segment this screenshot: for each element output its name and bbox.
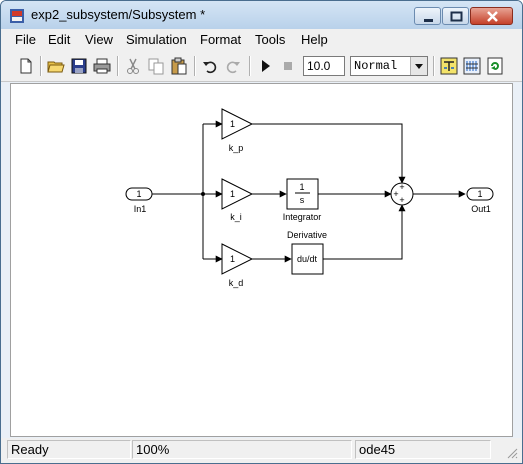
toolbar-separator: [117, 56, 119, 76]
menu-tools[interactable]: Tools: [255, 32, 285, 47]
gain-kd-label: k_d: [229, 278, 244, 288]
gain-ki-value: 1: [230, 189, 235, 199]
status-state: Ready: [7, 440, 131, 459]
minimize-button[interactable]: [414, 7, 441, 25]
outport-number: 1: [477, 189, 482, 199]
inport-number: 1: [136, 189, 141, 199]
open-icon[interactable]: [47, 57, 65, 75]
model-window: exp2_subsystem/Subsystem * File Edit Vie…: [0, 0, 523, 464]
minimize-icon: [424, 19, 433, 22]
block-diagram[interactable]: 1 In1 1 k_p 1 k_i 1 k_d 1 s Integrator D…: [11, 84, 512, 436]
update-diagram-icon[interactable]: [486, 57, 504, 75]
library-browser-icon[interactable]: [440, 57, 458, 75]
inport-block[interactable]: 1: [125, 187, 153, 201]
toolbar-separator: [433, 56, 435, 76]
start-icon[interactable]: [256, 57, 274, 75]
inport-label: In1: [134, 204, 147, 214]
cut-icon[interactable]: [124, 57, 142, 75]
integrator-numerator: 1: [299, 182, 304, 192]
chevron-down-icon[interactable]: [410, 57, 427, 75]
save-icon[interactable]: [70, 57, 88, 75]
title-bar[interactable]: exp2_subsystem/Subsystem *: [1, 1, 522, 29]
window-title: exp2_subsystem/Subsystem *: [31, 7, 206, 22]
toolbar-separator: [194, 56, 196, 76]
integrator-block[interactable]: 1 s: [286, 178, 319, 210]
menu-view[interactable]: View: [85, 32, 113, 47]
model-explorer-icon[interactable]: [463, 57, 481, 75]
simulation-mode-select[interactable]: Normal: [350, 56, 428, 76]
maximize-icon: [450, 11, 463, 22]
derivative-text: du/dt: [297, 254, 318, 264]
gain-ki-label: k_i: [230, 212, 242, 222]
menu-bar: File Edit View Simulation Format Tools H…: [1, 29, 522, 51]
print-icon[interactable]: [93, 57, 111, 75]
branch-point: [201, 192, 205, 196]
stop-icon[interactable]: [279, 57, 297, 75]
model-canvas[interactable]: 1 In1 1 k_p 1 k_i 1 k_d 1 s Integrator D…: [10, 83, 513, 437]
derivative-block[interactable]: du/dt: [291, 243, 324, 275]
outport-block[interactable]: 1: [466, 187, 494, 201]
gain-kd-value: 1: [230, 254, 235, 264]
menu-file[interactable]: File: [15, 32, 36, 47]
menu-edit[interactable]: Edit: [48, 32, 70, 47]
undo-icon[interactable]: [201, 57, 219, 75]
gain-kp-block[interactable]: 1: [221, 108, 254, 140]
maximize-button[interactable]: [442, 7, 469, 25]
sum-sign-left: +: [393, 189, 398, 199]
menu-simulation[interactable]: Simulation: [126, 32, 187, 47]
toolbar: Normal: [1, 51, 522, 82]
integrator-denominator: s: [300, 195, 305, 205]
integrator-label: Integrator: [283, 212, 322, 222]
gain-ki-block[interactable]: 1: [221, 178, 254, 210]
toolbar-separator: [40, 56, 42, 76]
simulation-mode-value: Normal: [354, 59, 398, 73]
toolbar-separator: [249, 56, 251, 76]
gain-kd-block[interactable]: 1: [221, 243, 254, 275]
copy-icon[interactable]: [147, 57, 165, 75]
close-button[interactable]: [470, 7, 513, 25]
derivative-label: Derivative: [287, 230, 327, 240]
new-icon[interactable]: [17, 57, 35, 75]
gain-kp-value: 1: [230, 119, 235, 129]
outport-label: Out1: [471, 204, 491, 214]
status-zoom: 100%: [132, 440, 352, 459]
paste-icon[interactable]: [170, 57, 188, 75]
gain-kp-label: k_p: [229, 143, 244, 153]
redo-icon[interactable]: [224, 57, 242, 75]
sum-block[interactable]: + + +: [390, 182, 414, 206]
stop-time-input[interactable]: [303, 56, 345, 76]
resize-grip-icon[interactable]: [506, 447, 518, 459]
sum-sign-bottom: +: [399, 195, 404, 205]
menu-help[interactable]: Help: [301, 32, 328, 47]
close-icon: [487, 11, 498, 22]
sum-sign-top: +: [399, 182, 404, 192]
status-solver: ode45: [355, 440, 491, 459]
menu-format[interactable]: Format: [200, 32, 241, 47]
status-bar: Ready 100% ode45: [1, 438, 522, 463]
simulink-app-icon: [10, 9, 24, 23]
